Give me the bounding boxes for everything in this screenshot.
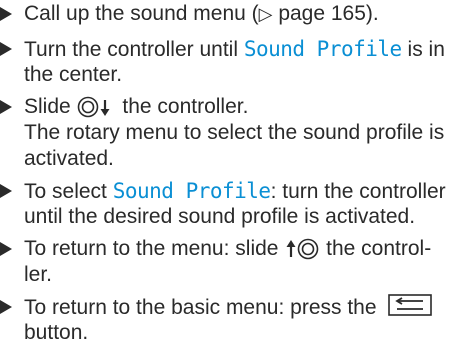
bullet-triangle-icon xyxy=(0,42,12,56)
controller-slide-up-icon xyxy=(284,238,320,260)
bullet-triangle-icon xyxy=(0,242,12,256)
step-3-description: The rotary menu to select the sound prof… xyxy=(24,121,445,144)
step-3-text: Slide xyxy=(24,95,77,118)
step-4-text: To select xyxy=(24,180,113,203)
step-3-line-2: The rotary menu to select the sound prof… xyxy=(24,120,444,146)
step-2-continuation: the center. xyxy=(24,63,123,86)
step-6-text: To return to the basic menu: press the xyxy=(24,296,383,320)
bullet-triangle-icon xyxy=(0,300,12,314)
sound-profile-term: Sound Profile xyxy=(243,37,402,61)
step-5-text-end: the control- xyxy=(320,237,432,260)
page-ref-icon: ▷ xyxy=(258,4,273,24)
controller-slide-down-icon xyxy=(77,96,117,118)
step-6-line-1: To return to the basic menu: press the xyxy=(24,294,433,323)
step-5-text: To return to the menu: slide xyxy=(24,237,285,260)
step-2-line-2: the center. xyxy=(24,62,122,88)
sound-profile-term: Sound Profile xyxy=(112,179,271,203)
step-3-line-1: Slide the controller. xyxy=(24,94,248,120)
step-3-description-end: activated. xyxy=(24,147,114,170)
step-2-text: Turn the controller until xyxy=(24,38,244,61)
step-5-continuation: ler. xyxy=(24,263,53,286)
bullet-triangle-icon xyxy=(0,7,12,21)
back-button-icon xyxy=(388,294,433,323)
step-2-line-1: Turn the controller until Sound Profile … xyxy=(24,36,445,62)
step-5-line-1: To return to the menu: slide the control… xyxy=(24,236,431,262)
step-6-line-2: button. xyxy=(24,320,88,344)
step-3-text-end: the controller. xyxy=(116,95,249,118)
step-1-text: Call up the sound menu ( xyxy=(24,2,259,25)
step-4-continuation: until the desired sound profile is activ… xyxy=(24,205,416,228)
step-3-line-3: activated. xyxy=(24,146,114,172)
step-4-line-1: To select Sound Profile: turn the contro… xyxy=(24,178,446,204)
step-4-text-end: : turn the controller xyxy=(270,180,446,203)
step-2-text-end: is in xyxy=(401,38,445,61)
page-ref-text: page 165). xyxy=(272,2,379,25)
instruction-page: Call up the sound menu (▷ page 165). Tur… xyxy=(0,0,464,344)
step-1-line-1: Call up the sound menu (▷ page 165). xyxy=(24,1,379,27)
bullet-triangle-icon xyxy=(0,184,12,198)
bullet-triangle-icon xyxy=(0,100,12,114)
step-5-line-2: ler. xyxy=(24,262,52,288)
step-4-line-2: until the desired sound profile is activ… xyxy=(24,204,415,230)
